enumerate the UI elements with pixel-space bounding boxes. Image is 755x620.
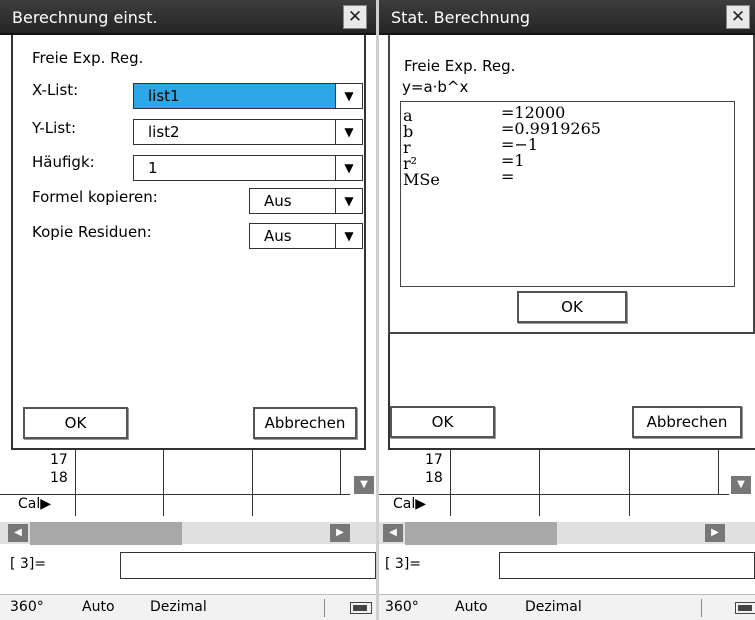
divider — [324, 599, 325, 617]
x-list-label: X-List: — [32, 81, 79, 99]
grid-line — [629, 494, 630, 516]
grid-line — [252, 494, 253, 516]
entry-row: [ 3]= — [0, 550, 376, 582]
grid-line — [450, 450, 451, 494]
spreadsheet-grid: 17 18 Cal▶ ▼ — [0, 450, 376, 528]
result-box: a =12000 b =0.9919265 r =−1 r² =1 MSe = — [400, 101, 735, 287]
chevron-down-icon[interactable]: ▼ — [335, 120, 362, 144]
close-icon[interactable]: ✕ — [726, 5, 750, 29]
angle-mode[interactable]: 360° — [10, 599, 44, 615]
result-formula: y=a·b^x — [402, 78, 469, 96]
copy-residuals-label: Kopie Residuen: — [32, 223, 152, 241]
row-17: 17 — [50, 452, 68, 468]
entry-input[interactable] — [120, 552, 376, 579]
grid-line — [539, 450, 540, 494]
close-icon[interactable]: ✕ — [343, 5, 367, 29]
battery-icon — [735, 602, 755, 614]
scrollbar-thumb[interactable] — [405, 522, 557, 545]
result-name-mse: MSe — [403, 170, 440, 189]
grid-line — [450, 494, 451, 516]
calc-settings-dialog: Freie Exp. Reg. X-List: list1 ▼ Y-List: … — [11, 35, 366, 450]
grid-line — [539, 494, 540, 516]
dialog-titlebar: Berechnung einst. — [0, 0, 376, 35]
grid-line — [163, 494, 164, 516]
grid-line — [75, 494, 76, 516]
regression-type: Freie Exp. Reg. — [32, 49, 144, 67]
status-bar: 360° Auto Dezimal — [379, 594, 755, 620]
cal-row[interactable]: Cal▶ — [18, 496, 51, 512]
result-title: Stat. Berechnung — [391, 8, 531, 27]
scrollbar-thumb[interactable] — [30, 522, 182, 545]
copy-formula-label: Formel kopieren: — [32, 188, 158, 206]
screen-right: Stat. Berechnung ✕ OK Abbrechen Freie Ex… — [379, 0, 755, 620]
grid-line — [379, 494, 729, 495]
angle-mode[interactable]: 360° — [385, 599, 419, 615]
dialog-title: Berechnung einst. — [12, 8, 158, 27]
grid-line — [718, 450, 719, 494]
y-list-select[interactable]: list2 ▼ — [133, 119, 363, 145]
chevron-down-icon[interactable]: ▼ — [335, 224, 362, 248]
scroll-left-icon[interactable]: ◀ — [383, 524, 403, 542]
bg-ok-button[interactable]: OK — [390, 406, 495, 438]
number-format[interactable]: Dezimal — [525, 599, 582, 615]
grid-line — [75, 450, 76, 494]
grid-line — [163, 450, 164, 494]
x-list-select[interactable]: list1 ▼ — [133, 83, 363, 109]
grid-line — [629, 450, 630, 494]
entry-label: [ 3]= — [385, 556, 422, 572]
grid-line — [0, 494, 350, 495]
result-value-mse: = — [501, 167, 515, 186]
x-list-value: list1 — [148, 87, 180, 105]
copy-residuals-select[interactable]: Aus ▼ — [249, 223, 363, 249]
cancel-button[interactable]: Abbrechen — [253, 407, 357, 439]
spreadsheet-grid: 17 18 Cal▶ ▼ — [379, 450, 755, 528]
row-17: 17 — [425, 452, 443, 468]
row-18: 18 — [50, 470, 68, 486]
cal-row[interactable]: Cal▶ — [393, 496, 426, 512]
chevron-down-icon[interactable]: ▼ — [731, 476, 751, 494]
ok-button[interactable]: OK — [23, 407, 128, 439]
screen-left: Berechnung einst. ✕ Freie Exp. Reg. X-Li… — [0, 0, 376, 620]
background-dialog: OK Abbrechen — [388, 334, 755, 450]
freq-label: Häufigk: — [32, 153, 95, 171]
entry-label: [ 3]= — [10, 556, 47, 572]
chevron-down-icon[interactable]: ▼ — [354, 476, 374, 494]
y-list-value: list2 — [148, 123, 180, 141]
scroll-left-icon[interactable]: ◀ — [8, 524, 28, 542]
stat-result-dialog: Freie Exp. Reg. y=a·b^x a =12000 b =0.99… — [388, 35, 755, 334]
chevron-down-icon[interactable]: ▼ — [335, 84, 362, 108]
result-titlebar: Stat. Berechnung — [379, 0, 755, 35]
calc-mode[interactable]: Auto — [82, 599, 115, 615]
result-ok-button[interactable]: OK — [517, 291, 627, 323]
number-format[interactable]: Dezimal — [150, 599, 207, 615]
copy-formula-select[interactable]: Aus ▼ — [249, 188, 363, 214]
status-bar: 360° Auto Dezimal — [0, 594, 376, 620]
bg-cancel-button[interactable]: Abbrechen — [632, 406, 742, 438]
entry-input[interactable] — [499, 552, 755, 579]
grid-line — [340, 450, 341, 494]
copy-formula-value: Aus — [264, 192, 292, 210]
copy-residuals-value: Aus — [264, 227, 292, 245]
calc-mode[interactable]: Auto — [455, 599, 488, 615]
freq-value: 1 — [148, 159, 158, 177]
chevron-down-icon[interactable]: ▼ — [335, 156, 362, 180]
result-regression: Freie Exp. Reg. — [404, 57, 516, 75]
grid-line — [252, 450, 253, 494]
y-list-label: Y-List: — [32, 119, 77, 137]
chevron-down-icon[interactable]: ▼ — [335, 189, 362, 213]
scroll-right-icon[interactable]: ▶ — [330, 524, 350, 542]
scroll-right-icon[interactable]: ▶ — [705, 524, 725, 542]
freq-select[interactable]: 1 ▼ — [133, 155, 363, 181]
entry-row: [ 3]= — [379, 550, 755, 582]
row-18: 18 — [425, 470, 443, 486]
battery-icon — [350, 602, 372, 614]
divider — [701, 599, 702, 617]
